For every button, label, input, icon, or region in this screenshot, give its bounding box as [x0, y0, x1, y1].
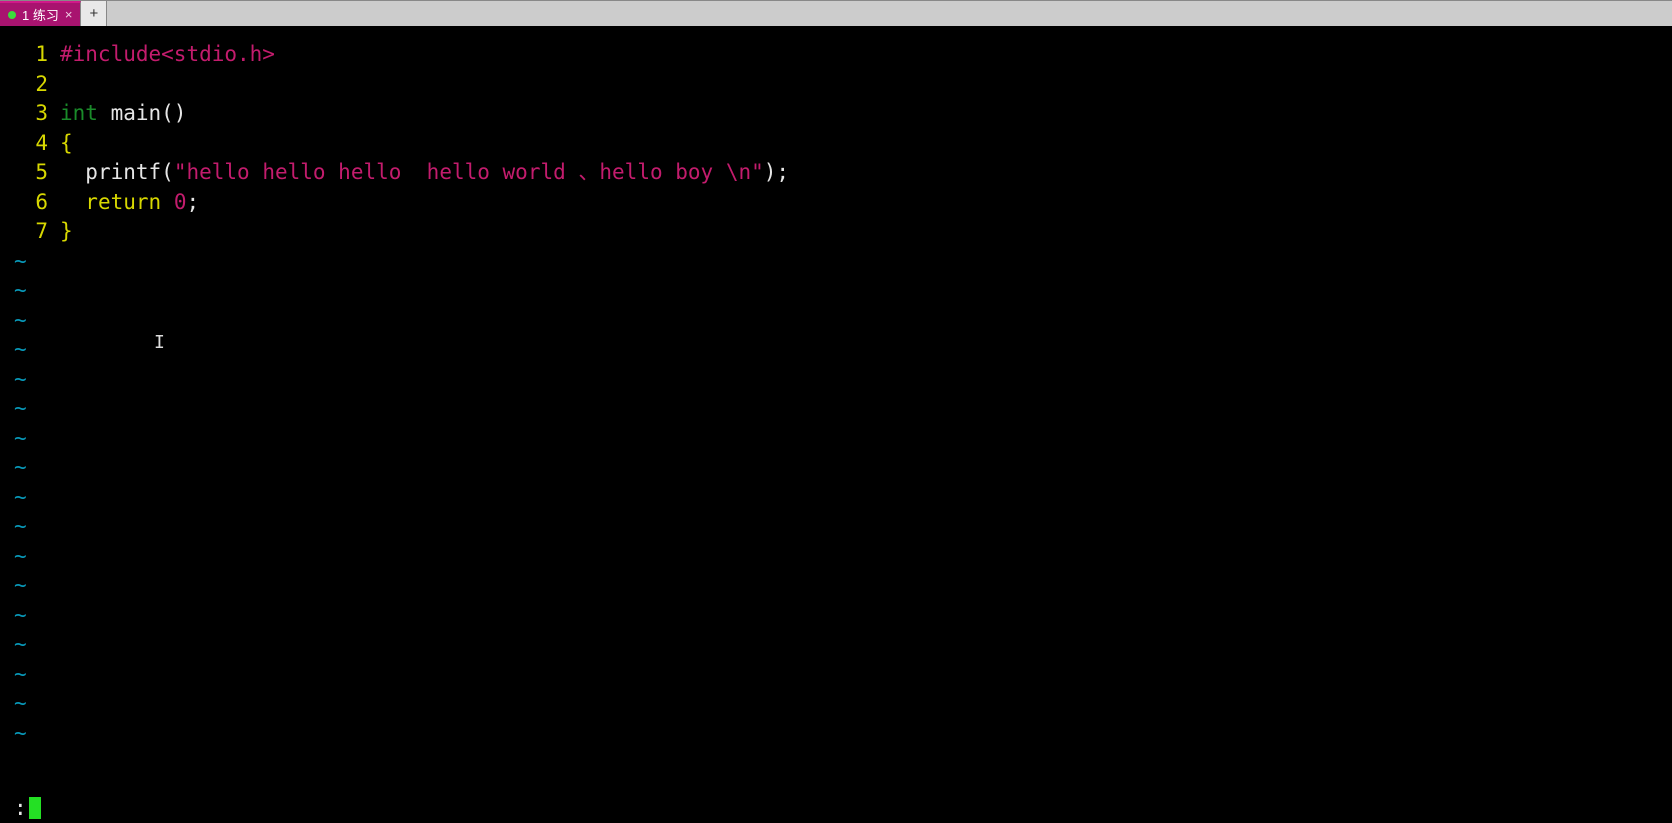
code-line[interactable]: 4{: [0, 129, 1672, 159]
empty-line-tilde: ~: [0, 630, 1672, 660]
empty-line-tilde: ~: [0, 424, 1672, 454]
code-line[interactable]: 3int main(): [0, 99, 1672, 129]
tilde-icon: ~: [0, 483, 60, 513]
code-content: #include<stdio.h>: [60, 40, 275, 70]
plus-icon: +: [90, 5, 99, 22]
empty-line-tilde: ~: [0, 365, 1672, 395]
line-number: 7: [0, 217, 60, 247]
block-cursor-icon: [29, 797, 41, 819]
tab-bar: 1 练习 × +: [0, 0, 1672, 26]
code-content: printf("hello hello hello hello world 、h…: [60, 158, 789, 188]
line-number: 1: [0, 40, 60, 70]
empty-line-tilde: ~: [0, 660, 1672, 690]
tilde-icon: ~: [0, 571, 60, 601]
empty-line-tilde: ~: [0, 689, 1672, 719]
empty-line-tilde: ~: [0, 483, 1672, 513]
empty-line-tilde: ~: [0, 542, 1672, 572]
tilde-icon: ~: [0, 247, 60, 277]
tab-active[interactable]: 1 练习 ×: [0, 1, 81, 26]
empty-line-tilde: ~: [0, 601, 1672, 631]
code-line[interactable]: 2: [0, 70, 1672, 100]
line-number: 2: [0, 70, 60, 100]
code-editor[interactable]: I 1#include<stdio.h>23int main()4{5 prin…: [0, 26, 1672, 793]
code-content: }: [60, 217, 73, 247]
line-number: 3: [0, 99, 60, 129]
line-number: 6: [0, 188, 60, 218]
command-prompt: :: [14, 796, 27, 820]
empty-line-tilde: ~: [0, 247, 1672, 277]
tilde-icon: ~: [0, 424, 60, 454]
empty-line-tilde: ~: [0, 719, 1672, 749]
tilde-icon: ~: [0, 453, 60, 483]
code-content: int main(): [60, 99, 186, 129]
code-content: {: [60, 129, 73, 159]
tilde-icon: ~: [0, 276, 60, 306]
tilde-icon: ~: [0, 394, 60, 424]
command-line[interactable]: :: [0, 793, 1672, 823]
code-line[interactable]: 1#include<stdio.h>: [0, 40, 1672, 70]
empty-line-tilde: ~: [0, 335, 1672, 365]
tab-label: 1 练习: [22, 5, 59, 24]
empty-line-tilde: ~: [0, 306, 1672, 336]
line-number: 4: [0, 129, 60, 159]
empty-line-tilde: ~: [0, 453, 1672, 483]
tilde-icon: ~: [0, 335, 60, 365]
code-content: return 0;: [60, 188, 199, 218]
tilde-icon: ~: [0, 660, 60, 690]
empty-line-tilde: ~: [0, 571, 1672, 601]
tilde-icon: ~: [0, 630, 60, 660]
modified-dot-icon: [8, 11, 16, 19]
empty-line-tilde: ~: [0, 394, 1672, 424]
tilde-icon: ~: [0, 542, 60, 572]
new-tab-button[interactable]: +: [81, 1, 107, 26]
empty-line-tilde: ~: [0, 276, 1672, 306]
editor-window: 1 练习 × + I 1#include<stdio.h>23int main(…: [0, 0, 1672, 823]
close-icon[interactable]: ×: [65, 7, 73, 22]
tilde-icon: ~: [0, 512, 60, 542]
text-cursor-icon: I: [154, 328, 165, 358]
tilde-icon: ~: [0, 601, 60, 631]
empty-line-tilde: ~: [0, 512, 1672, 542]
tilde-icon: ~: [0, 365, 60, 395]
tilde-icon: ~: [0, 719, 60, 749]
tilde-icon: ~: [0, 689, 60, 719]
code-line[interactable]: 7}: [0, 217, 1672, 247]
line-number: 5: [0, 158, 60, 188]
code-line[interactable]: 6 return 0;: [0, 188, 1672, 218]
tilde-icon: ~: [0, 306, 60, 336]
code-line[interactable]: 5 printf("hello hello hello hello world …: [0, 158, 1672, 188]
